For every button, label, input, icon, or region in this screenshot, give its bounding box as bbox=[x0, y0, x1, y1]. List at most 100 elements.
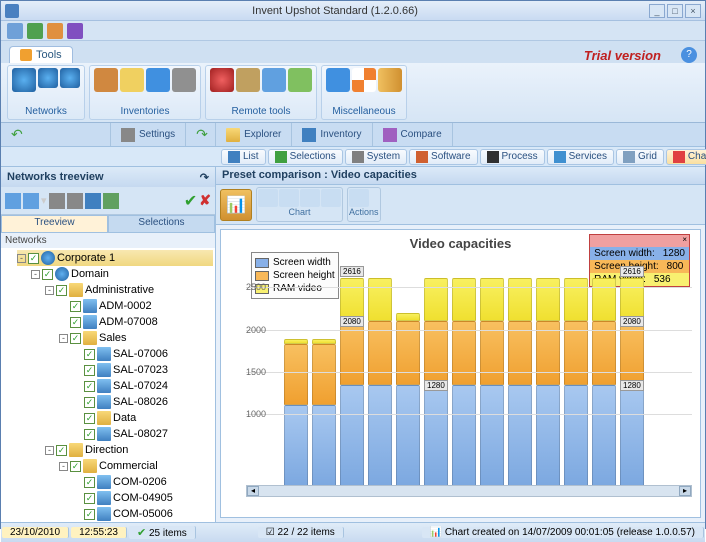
tree-node[interactable]: -✓Domain bbox=[31, 266, 213, 282]
expand-icon[interactable]: - bbox=[17, 254, 26, 263]
plot-area[interactable]: 261620801280261620801280 ◂ ▸ 10001500200… bbox=[246, 266, 692, 499]
info-icon[interactable] bbox=[146, 68, 170, 92]
tool-icon[interactable] bbox=[85, 193, 101, 209]
view-grid[interactable]: Grid bbox=[616, 149, 664, 165]
exit-icon[interactable] bbox=[378, 68, 402, 92]
network-tree[interactable]: -✓Corporate 1-✓Domain-✓Administrative+✓A… bbox=[1, 248, 215, 522]
qat-icon[interactable] bbox=[27, 23, 43, 39]
chart-bar[interactable] bbox=[536, 278, 560, 487]
checkbox[interactable]: ✓ bbox=[84, 397, 95, 408]
qat-icon[interactable] bbox=[7, 23, 23, 39]
tree-node[interactable]: +✓SAL-07023 bbox=[73, 362, 213, 378]
checkbox[interactable]: ✓ bbox=[70, 333, 81, 344]
tree-node[interactable]: +✓SAL-07006 bbox=[73, 346, 213, 362]
qat-icon[interactable] bbox=[47, 23, 63, 39]
expand-icon[interactable]: - bbox=[31, 270, 40, 279]
scroll-right[interactable]: ▸ bbox=[679, 486, 691, 496]
tool-icon[interactable] bbox=[67, 193, 83, 209]
chart-bar[interactable] bbox=[396, 313, 420, 487]
life-ring-icon[interactable] bbox=[352, 68, 376, 92]
checkbox[interactable]: ✓ bbox=[84, 413, 95, 424]
chart-bar[interactable] bbox=[480, 278, 504, 487]
checkbox[interactable]: ✓ bbox=[84, 477, 95, 488]
chart-tool[interactable] bbox=[321, 189, 341, 207]
globe-icon[interactable] bbox=[38, 68, 58, 88]
chart-bar[interactable] bbox=[592, 278, 616, 487]
expand-icon[interactable]: - bbox=[59, 462, 68, 471]
tree-node[interactable]: +✓SAL-08026 bbox=[73, 394, 213, 410]
view-list[interactable]: List bbox=[221, 149, 266, 165]
chart-tool[interactable] bbox=[258, 189, 278, 207]
globe-icon[interactable] bbox=[12, 68, 36, 92]
chart-bar[interactable] bbox=[564, 278, 588, 487]
chart-bar[interactable] bbox=[368, 278, 392, 487]
maximize-button[interactable]: □ bbox=[667, 4, 683, 18]
checkbox[interactable]: ✓ bbox=[84, 381, 95, 392]
view-chart[interactable]: Chart bbox=[666, 149, 706, 165]
mode-explorer[interactable]: Explorer bbox=[216, 123, 292, 146]
view-process[interactable]: Process bbox=[480, 149, 545, 165]
minimize-button[interactable]: _ bbox=[649, 4, 665, 18]
tree-node[interactable]: -✓Direction bbox=[45, 442, 213, 458]
checkbox[interactable]: ✓ bbox=[70, 301, 81, 312]
tool-icon[interactable] bbox=[5, 193, 21, 209]
tool-icon[interactable] bbox=[23, 193, 39, 209]
chart-bar[interactable]: 26162080 bbox=[340, 278, 364, 487]
checkbox[interactable]: ✓ bbox=[56, 285, 67, 296]
refresh-icon[interactable]: ↷ bbox=[200, 171, 209, 184]
checkbox[interactable]: ✓ bbox=[70, 461, 81, 472]
mode-inventory[interactable]: Inventory bbox=[292, 123, 372, 146]
tree-node[interactable]: +✓COM-05006 bbox=[73, 506, 213, 522]
gear-icon[interactable] bbox=[172, 68, 196, 92]
tool-icon[interactable] bbox=[103, 193, 119, 209]
remote-icon[interactable] bbox=[262, 68, 286, 92]
scroll-left[interactable]: ◂ bbox=[247, 486, 259, 496]
expand-icon[interactable]: - bbox=[45, 286, 54, 295]
tree-node[interactable]: +✓ADM-07008 bbox=[59, 314, 213, 330]
x-icon[interactable]: ✘ bbox=[199, 192, 211, 209]
tree-node[interactable]: +✓SAL-08027 bbox=[73, 426, 213, 442]
check-icon[interactable]: ✔ bbox=[184, 191, 197, 211]
remote-icon[interactable] bbox=[236, 68, 260, 92]
subtab-selections[interactable]: Selections bbox=[108, 215, 215, 233]
tree-node[interactable]: +✓ADM-0002 bbox=[59, 298, 213, 314]
view-selections[interactable]: Selections bbox=[268, 149, 343, 165]
tooltip-close[interactable]: × bbox=[590, 235, 689, 247]
mode-settings[interactable]: Settings bbox=[111, 123, 186, 146]
checkbox[interactable]: ✓ bbox=[70, 317, 81, 328]
chart-bar[interactable] bbox=[312, 339, 336, 487]
checkbox[interactable]: ✓ bbox=[42, 269, 53, 280]
chart-bar[interactable]: 1280 bbox=[424, 278, 448, 487]
checkbox[interactable]: ✓ bbox=[84, 349, 95, 360]
checkbox[interactable]: ✓ bbox=[84, 365, 95, 376]
forward-arrow-icon[interactable]: ↷ bbox=[196, 126, 208, 143]
tree-node[interactable]: +✓COM-04905 bbox=[73, 490, 213, 506]
chart-tool[interactable] bbox=[300, 189, 320, 207]
checkbox[interactable]: ✓ bbox=[56, 445, 67, 456]
subtab-treeview[interactable]: Treeview bbox=[1, 215, 108, 233]
chart-bar[interactable] bbox=[284, 339, 308, 487]
qat-icon[interactable] bbox=[67, 23, 83, 39]
info-icon[interactable] bbox=[326, 68, 350, 92]
checkbox[interactable]: ✓ bbox=[28, 253, 39, 264]
tool-icon[interactable] bbox=[49, 193, 65, 209]
tree-node[interactable]: -✓Commercial bbox=[59, 458, 213, 474]
close-button[interactable]: × bbox=[685, 4, 701, 18]
box-icon[interactable] bbox=[94, 68, 118, 92]
chart-bar[interactable]: 261620801280 bbox=[620, 278, 644, 487]
view-system[interactable]: System bbox=[345, 149, 407, 165]
chart-type-icon[interactable]: 📊 bbox=[220, 189, 252, 221]
view-software[interactable]: Software bbox=[409, 149, 477, 165]
tree-node[interactable]: -✓Administrative bbox=[45, 282, 213, 298]
action-tool[interactable] bbox=[349, 189, 369, 207]
broadcast-icon[interactable] bbox=[210, 68, 234, 92]
chart-tool[interactable] bbox=[279, 189, 299, 207]
view-services[interactable]: Services bbox=[547, 149, 614, 165]
tab-tools[interactable]: Tools bbox=[9, 46, 73, 63]
chart-bar[interactable] bbox=[508, 278, 532, 487]
tree-node[interactable]: -✓Corporate 1 bbox=[17, 250, 213, 266]
checkbox[interactable]: ✓ bbox=[84, 429, 95, 440]
checkbox[interactable]: ✓ bbox=[84, 493, 95, 504]
chart-bar[interactable] bbox=[452, 278, 476, 487]
globe-icon[interactable] bbox=[60, 68, 80, 88]
